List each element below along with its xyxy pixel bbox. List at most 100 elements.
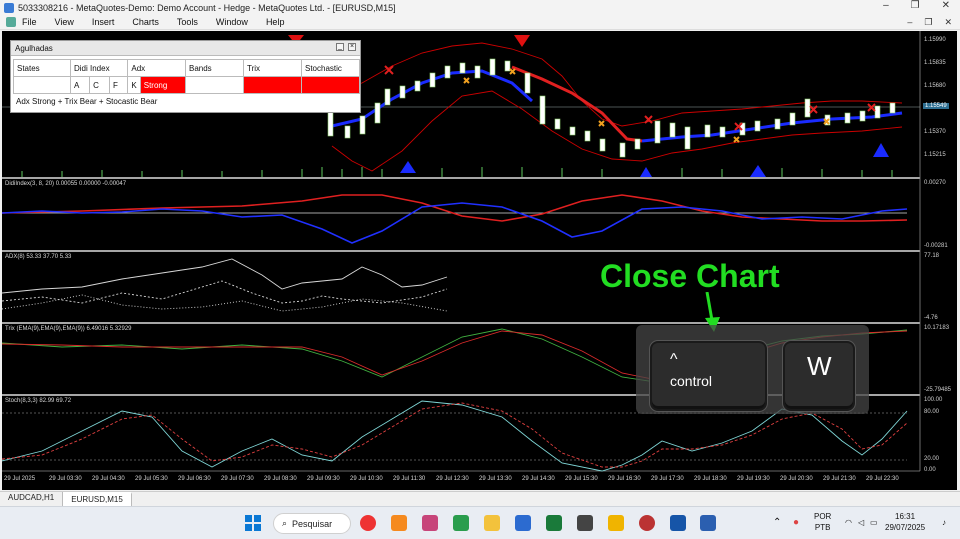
time-label: 29 Jul 22:30 (866, 476, 899, 482)
time-label: 29 Jul 19:30 (737, 476, 770, 482)
windows-start-icon[interactable] (245, 515, 261, 531)
cell-stochastic-alert (301, 76, 360, 94)
trix-axis-bottom: -25.79485 (924, 387, 952, 393)
chart-restore-button[interactable]: ❐ (924, 17, 932, 28)
paint-icon[interactable] (422, 515, 438, 531)
taskbar-search[interactable]: ⌕ Pesquisar (273, 513, 351, 534)
taskbar: ⌕ Pesquisar ⌃ ● POR PTB ◠ ◁ ▭ 16:31 29/0… (0, 506, 960, 539)
time-label: 29 Jul 07:30 (221, 476, 254, 482)
cell-bands (185, 76, 244, 94)
time-label: 29 Jul 17:30 (651, 476, 684, 482)
panel-minimize-button[interactable]: _ (336, 43, 344, 51)
cell-states (13, 76, 71, 94)
cell-trix-alert (243, 76, 302, 94)
trix-axis-top: 10.17183 (924, 325, 950, 331)
panel-close-button[interactable]: × (348, 43, 356, 51)
time-label: 29 Jul 18:30 (694, 476, 727, 482)
keyboard-shortcut-overlay: ^ control W (636, 325, 869, 414)
didi-red-line (2, 194, 908, 222)
menu-view[interactable]: View (55, 17, 74, 27)
tab-audcad[interactable]: AUDCAD,H1 (0, 492, 64, 506)
time-label: 29 Jul 21:30 (823, 476, 856, 482)
app-icon[interactable] (453, 515, 469, 531)
tray-overflow-icon[interactable]: ⌃ (773, 517, 781, 528)
notification-bell-icon[interactable]: ♪ (942, 517, 946, 528)
chart-close-button[interactable]: ✕ (944, 17, 952, 28)
candlesticks (327, 58, 896, 158)
clock[interactable]: 16:31 29/07/2025 (885, 511, 925, 533)
stoch-axis-0: 0.00 (924, 467, 936, 473)
language-indicator[interactable]: POR PTB (814, 511, 831, 533)
menu-help[interactable]: Help (266, 17, 285, 27)
menu-charts[interactable]: Charts (132, 17, 159, 27)
chart-window-icon[interactable] (6, 17, 16, 27)
header-states: States (13, 59, 71, 77)
stoch-axis-80: 80.00 (924, 409, 940, 415)
close-button[interactable]: ✕ (942, 0, 950, 11)
clock-time: 16:31 (895, 512, 916, 521)
chrome-icon[interactable] (360, 515, 376, 531)
window-title: 5033308216 - MetaQuotes-Demo: Demo Accou… (18, 2, 396, 13)
cell-adx-k: K (127, 76, 141, 94)
time-label: 29 Jul 04:30 (92, 476, 125, 482)
agulhadas-table: States Didi Index Adx Bands Trix Stochas… (13, 59, 360, 94)
bollinger-lower-band (331, 90, 903, 172)
time-label: 29 Jul 13:30 (479, 476, 512, 482)
header-adx: Adx (127, 59, 186, 77)
time-label: 29 Jul 15:30 (565, 476, 598, 482)
language-bottom: PTB (814, 523, 831, 532)
agulhadas-panel[interactable]: Agulhadas _ × States Didi Index Adx Band… (10, 40, 361, 113)
price-label-5: 1.15370 (924, 129, 946, 135)
vlc-icon[interactable] (391, 515, 407, 531)
app-icon[interactable] (608, 515, 624, 531)
header-trix: Trix (243, 59, 302, 77)
menu-insert[interactable]: Insert (92, 17, 115, 27)
store-icon[interactable] (515, 515, 531, 531)
time-label: 29 Jul 14:30 (522, 476, 555, 482)
w-key-label: W (807, 351, 832, 381)
wifi-icon[interactable]: ◠ (845, 517, 852, 528)
stoch-axis-100: 100.00 (924, 397, 943, 403)
time-label: 29 Jul 08:30 (264, 476, 297, 482)
app-icon[interactable] (577, 515, 593, 531)
control-key: ^ control (650, 341, 767, 411)
menu-tools[interactable]: Tools (177, 17, 198, 27)
minimize-button[interactable]: – (883, 0, 889, 11)
menu-file[interactable]: File (22, 17, 37, 27)
app-icon[interactable] (639, 515, 655, 531)
adx-main-line (2, 258, 448, 294)
cell-adx-strong: Strong (139, 76, 187, 94)
volume-icon[interactable]: ◁ (858, 517, 864, 528)
time-label: 29 Jul 09:30 (307, 476, 340, 482)
nvidia-icon[interactable] (546, 515, 562, 531)
file-explorer-icon[interactable] (484, 515, 500, 531)
panel-header[interactable]: Agulhadas _ × (11, 41, 360, 56)
didi-index-label: DidiIndex(3, 8, 20) 0.00055 0.00000 -0.0… (5, 181, 127, 187)
mid-band-red (511, 65, 643, 143)
app-icon[interactable] (700, 515, 716, 531)
adx-label: ADX(8) 53.33 37.70 5.33 (5, 254, 72, 260)
w-key: W (783, 341, 855, 411)
time-label: 29 Jul 11:30 (393, 476, 426, 482)
cross-markers (384, 65, 876, 143)
metatrader-icon (4, 2, 14, 13)
adx-plus-line (2, 280, 448, 304)
time-label: 29 Jul 16:30 (608, 476, 641, 482)
microphone-icon[interactable]: ● (793, 517, 799, 528)
panel-title: Agulhadas (15, 43, 53, 53)
time-label: 29 Jul 03:30 (49, 476, 82, 482)
current-price-tag: 1.15549 (923, 103, 949, 109)
didi-axis-top: 0.00270 (924, 180, 946, 186)
tab-eurusd[interactable]: EURUSD,M15 (63, 492, 132, 506)
price-label-6: 1.15215 (924, 152, 946, 158)
chart-minimize-button[interactable]: – (907, 17, 912, 28)
time-label: 29 Jul 06:30 (178, 476, 211, 482)
metatrader-taskbar-icon[interactable] (670, 515, 686, 531)
language-top: POR (814, 512, 832, 521)
price-label-3: 1.15680 (924, 83, 946, 89)
adx-axis-top: 77.18 (924, 253, 940, 259)
time-label: 29 Jul 2025 (4, 476, 36, 482)
battery-icon[interactable]: ▭ (870, 517, 878, 528)
menu-window[interactable]: Window (216, 17, 248, 27)
maximize-button[interactable]: ❐ (911, 0, 920, 11)
